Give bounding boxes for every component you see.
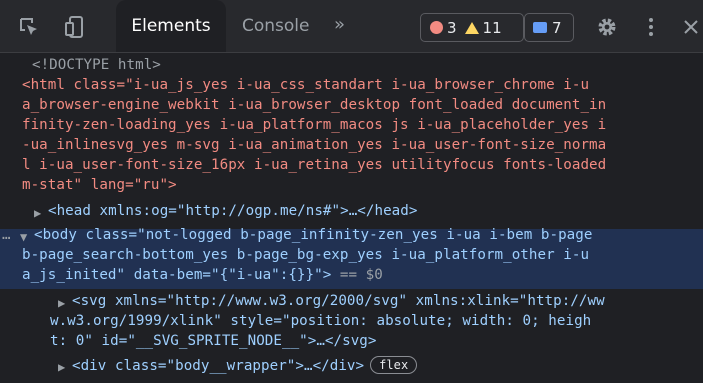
tab-console[interactable]: Console [242,0,310,52]
message-icon [533,22,547,33]
body-node-line-3-text: a_js_inited" data-bem="{"i-ua":{}}"> [22,267,332,283]
html-node-line-3: finity-zen-loading_yes i-ua_platform_mac… [22,117,607,133]
settings-gear-icon[interactable] [594,14,620,40]
div-node[interactable]: <div class="body__wrapper">…</div> flex [72,356,418,377]
html-node-line-2: a_browser-engine_webkit i-ua_browser_des… [22,97,607,113]
body-node-line-2: b-page_search-bottom_yes b-page_bg-exp_y… [22,247,590,263]
element-picker-icon[interactable] [16,14,42,40]
error-count: 3 [447,18,457,37]
svg-node-line-1[interactable]: <svg xmlns="http://www.w3.org/2000/svg" … [72,292,605,312]
body-node-line-1[interactable]: <body class="not-logged b-page_infinity-… [34,226,592,246]
html-node-line-5: l i-ua_user-font-size_16px i-ua_retina_y… [22,157,607,173]
close-icon[interactable] [678,14,703,40]
div-node-text: <div class="body__wrapper">…</div> [72,358,365,374]
tab-elements[interactable]: Elements [116,0,226,52]
error-icon [430,21,443,34]
html-node-line-6: m-stat" lang="ru"> [22,177,177,193]
warning-icon [464,21,479,34]
warning-count: 11 [482,18,502,37]
html-node-line-1[interactable]: <html class="i-ua_js_yes i-ua_css_standa… [22,76,589,96]
message-count: 7 [552,18,562,37]
devtools-toolbar: Elements Console » 3 11 7 [0,0,703,53]
html-node-line-4: -ua_inlinesvg_yes m-svg i-ua_animation_y… [22,137,607,153]
expand-arrow-icon[interactable]: ▶ [58,294,65,314]
devtools-panel: Elements Console » 3 11 7 <!DOCTYPE html… [0,0,703,383]
head-node[interactable]: <head xmlns:og="http://ogp.me/ns#">…</he… [48,202,417,222]
issues-counter[interactable]: 3 11 [420,13,524,42]
svg-node-line-2: w.w3.org/1999/xlink" style="position: ab… [50,313,592,329]
more-tabs-button[interactable]: » [334,14,345,35]
selected-node-marker: == $0 [331,267,383,283]
node-actions-ellipsis[interactable]: … [2,226,11,246]
collapse-arrow-icon[interactable]: ▼ [20,228,27,248]
body-node-line-3: a_js_inited" data-bem="{"i-ua":{}}"> == … [22,266,383,286]
messages-counter[interactable]: 7 [524,13,574,42]
dom-tree: <!DOCTYPE html> <html class="i-ua_js_yes… [0,52,703,383]
flex-badge[interactable]: flex [370,356,418,374]
expand-arrow-icon[interactable]: ▶ [34,204,41,224]
kebab-menu-icon[interactable] [638,14,664,40]
device-toggle-icon[interactable] [62,14,88,40]
doctype-node[interactable]: <!DOCTYPE html> [32,56,161,76]
expand-arrow-icon[interactable]: ▶ [58,358,65,378]
svg-node-line-3: t: 0" id="__SVG_SPRITE_NODE__">…</svg> [50,333,377,349]
